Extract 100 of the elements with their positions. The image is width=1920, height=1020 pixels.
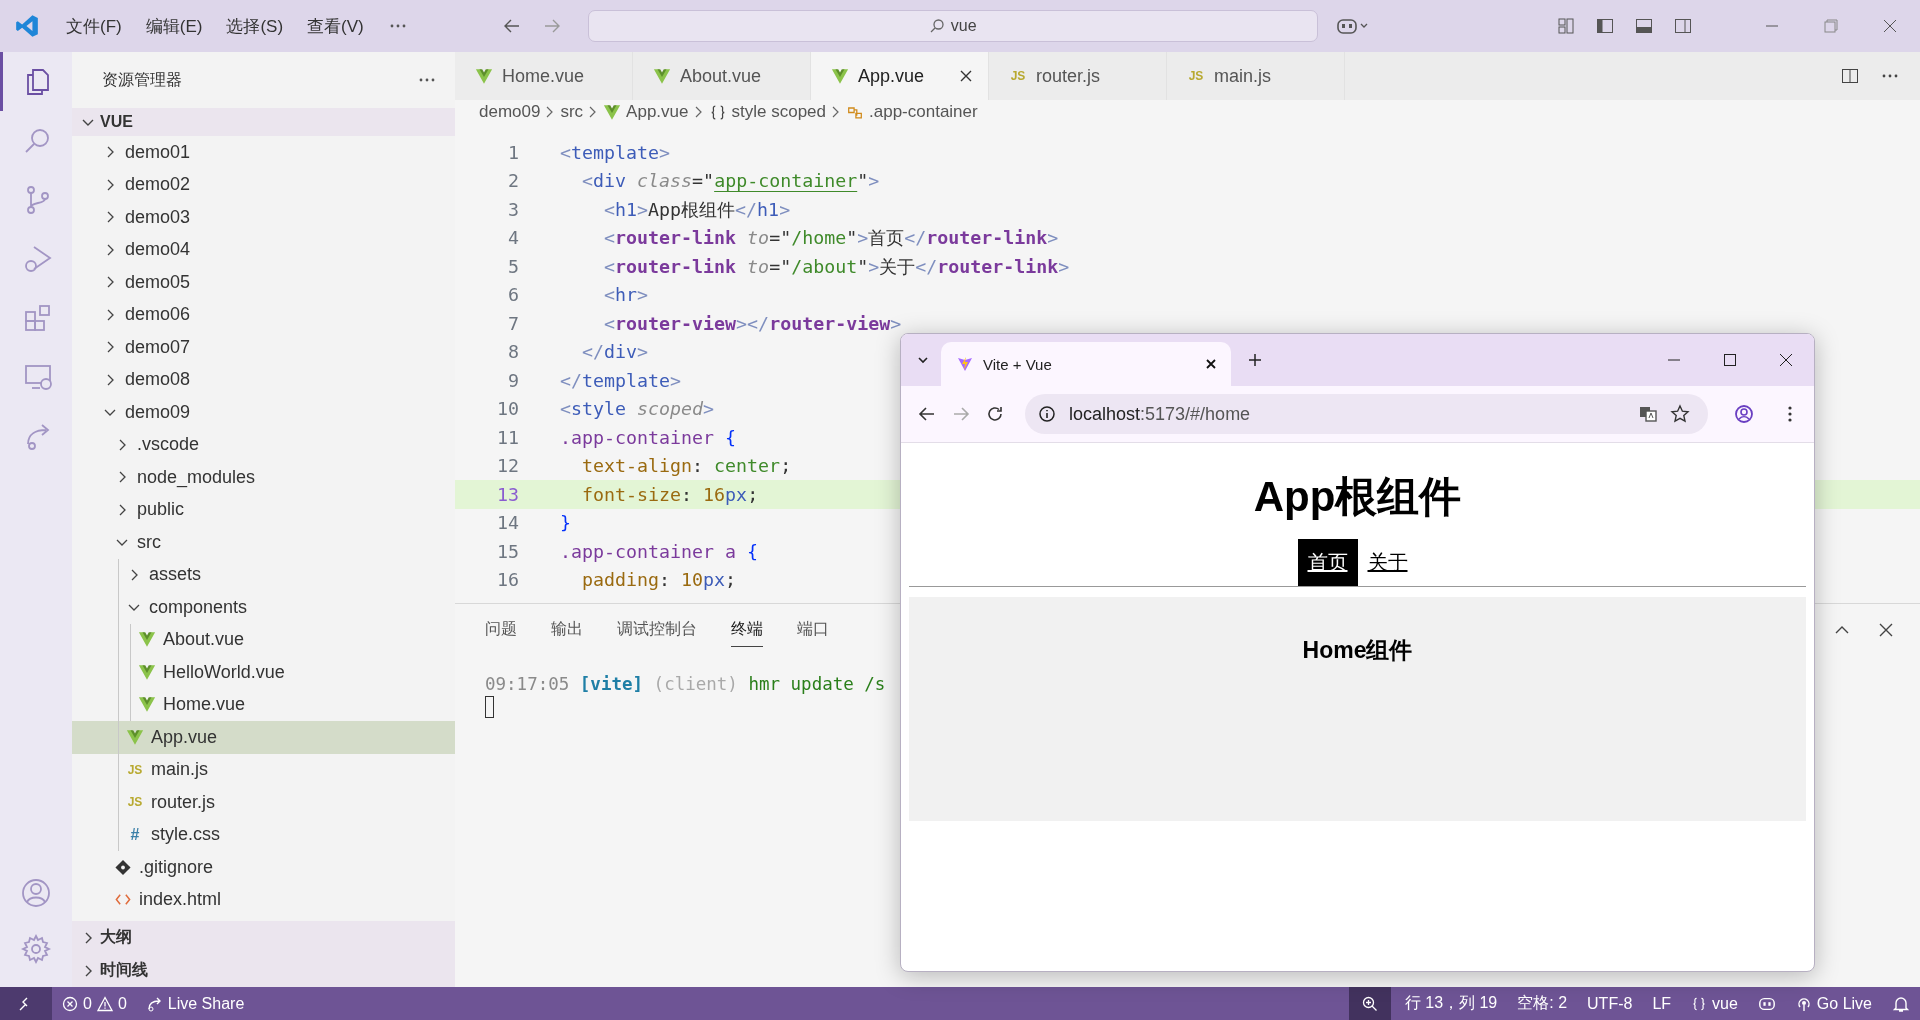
- workspace-header[interactable]: VUE: [72, 108, 455, 136]
- breadcrumb-item[interactable]: .app-container: [846, 102, 978, 122]
- panel-tab[interactable]: 问题: [485, 613, 517, 647]
- file-tree-item[interactable]: # style.css: [72, 818, 455, 851]
- search-icon: [928, 18, 945, 34]
- file-tree-item[interactable]: About.vue: [72, 623, 455, 656]
- editor-tab[interactable]: JS router.js: [989, 52, 1167, 100]
- menu-item[interactable]: 查看(V): [307, 14, 364, 38]
- language-mode[interactable]: vue: [1681, 994, 1748, 1013]
- line-number: 2: [507, 170, 519, 192]
- breadcrumb-item[interactable]: App.vue: [603, 102, 689, 122]
- file-tree-item[interactable]: .gitignore: [72, 851, 455, 884]
- file-tree-item[interactable]: demo07: [72, 331, 455, 364]
- secondary-sidebar-icon[interactable]: [1673, 16, 1693, 36]
- file-tree-item[interactable]: src: [72, 526, 455, 559]
- file-tree-item[interactable]: JS router.js: [72, 786, 455, 819]
- nav-link[interactable]: 关于: [1357, 539, 1418, 586]
- split-editor-icon[interactable]: [1840, 66, 1860, 86]
- editor-tab[interactable]: Home.vue: [455, 52, 633, 100]
- go-live-button[interactable]: Go Live: [1785, 994, 1882, 1013]
- command-search-field[interactable]: vue: [587, 10, 1318, 42]
- diamond-icon: [114, 858, 132, 876]
- code-line: <template>: [560, 141, 671, 163]
- file-tree-item[interactable]: node_modules: [72, 461, 455, 494]
- info-icon[interactable]: [1037, 404, 1057, 424]
- editor-tab[interactable]: App.vue: [811, 52, 989, 100]
- profile-icon[interactable]: [1734, 404, 1754, 424]
- file-tree-item[interactable]: HelloWorld.vue: [72, 656, 455, 689]
- file-tree-item[interactable]: demo04: [72, 233, 455, 266]
- file-tree-item[interactable]: demo01: [72, 136, 455, 169]
- code-line: }: [560, 512, 571, 534]
- line-ending-setting[interactable]: LF: [1642, 994, 1682, 1013]
- v-logo-icon: [138, 663, 156, 681]
- code-line: <div class="app-container">: [581, 170, 880, 192]
- breadcrumb-item[interactable]: src: [560, 102, 584, 122]
- file-tree-item[interactable]: JS main.js: [72, 753, 455, 786]
- v-logo-icon: [653, 67, 671, 85]
- remote-indicator[interactable]: [0, 987, 52, 1020]
- file-tree-item[interactable]: demo09: [72, 396, 455, 429]
- file-tree-item[interactable]: components: [72, 591, 455, 624]
- editor-tab[interactable]: JS main.js: [1167, 52, 1345, 100]
- breadcrumb-item[interactable]: style scoped: [708, 102, 826, 122]
- v-logo-icon: [126, 728, 144, 746]
- code-line: .app-container {: [560, 426, 737, 448]
- explorer-title: 资源管理器: [102, 69, 182, 90]
- line-number: 16: [496, 569, 519, 591]
- line-number: 3: [507, 198, 519, 220]
- reload-icon[interactable]: [985, 404, 1005, 424]
- encoding-setting[interactable]: UTF-8: [1577, 994, 1643, 1013]
- v-logo-icon: [831, 67, 849, 85]
- panel-tab[interactable]: 调试控制台: [617, 613, 697, 647]
- v-logo-icon: [138, 696, 156, 714]
- line-number: 8: [507, 341, 519, 363]
- terminal-output: 09:17:05 [vite] (client) hmr update /s: [485, 674, 886, 694]
- menu-item[interactable]: 编辑(E): [145, 14, 203, 38]
- file-type-label: JS: [126, 762, 144, 777]
- file-type-label: #: [129, 825, 141, 844]
- panel-tab[interactable]: 输出: [551, 613, 583, 647]
- address-bar[interactable]: localhost:5173/#/home: [1025, 394, 1708, 434]
- panel-tab[interactable]: 终端: [731, 613, 763, 647]
- new-tab-icon[interactable]: [1247, 352, 1263, 368]
- page-heading: App根组件: [1253, 472, 1462, 522]
- browser-tab[interactable]: Vite + Vue: [941, 342, 1231, 386]
- indentation-setting[interactable]: 空格: 2: [1507, 993, 1578, 1014]
- file-tree-item[interactable]: .vscode: [72, 428, 455, 461]
- code-line: <router-view></router-view>: [603, 312, 902, 334]
- breadcrumb-item[interactable]: demo09: [479, 102, 541, 122]
- warning-icon: [96, 995, 113, 1012]
- file-tree-item[interactable]: demo03: [72, 201, 455, 234]
- line-number: 4: [507, 227, 519, 249]
- star-icon[interactable]: [1670, 404, 1690, 424]
- code-line: <hr>: [603, 284, 649, 306]
- translate-icon[interactable]: [1638, 404, 1658, 424]
- file-tree-item[interactable]: Home.vue: [72, 688, 455, 721]
- app-logo-icon: [14, 13, 40, 39]
- problems-indicator[interactable]: 0 0: [52, 994, 137, 1013]
- section-header[interactable]: 大纲: [72, 921, 455, 954]
- code-line: </div>: [581, 341, 649, 363]
- bell-icon[interactable]: [1892, 994, 1910, 1013]
- section-header[interactable]: 时间线: [72, 954, 455, 987]
- panel-tab[interactable]: 端口: [797, 613, 829, 647]
- sidebar-toggle-icon[interactable]: [1595, 16, 1615, 36]
- file-tree-item[interactable]: demo05: [72, 266, 455, 299]
- cursor-position[interactable]: 行 13，列 19: [1394, 993, 1508, 1014]
- file-tree-item[interactable]: App.vue: [72, 721, 455, 754]
- layout-icon[interactable]: [1556, 16, 1576, 36]
- file-tree-item[interactable]: public: [72, 493, 455, 526]
- menu-item[interactable]: 文件(F): [66, 14, 122, 38]
- close-icon[interactable]: [958, 68, 974, 84]
- nav-link[interactable]: 首页: [1297, 539, 1358, 586]
- menu-item[interactable]: 选择(S): [226, 14, 284, 38]
- file-tree-item[interactable]: assets: [72, 558, 455, 591]
- file-tree-item[interactable]: index.html: [72, 883, 455, 916]
- copilot-icon[interactable]: [1335, 16, 1370, 36]
- file-tree-item[interactable]: demo02: [72, 168, 455, 201]
- file-tree-item[interactable]: demo08: [72, 363, 455, 396]
- panel-toggle-icon[interactable]: [1634, 16, 1654, 36]
- zoom-indicator[interactable]: [1348, 987, 1391, 1020]
- live-share-button[interactable]: Live Share: [136, 994, 255, 1013]
- file-tree-item[interactable]: demo06: [72, 298, 455, 331]
